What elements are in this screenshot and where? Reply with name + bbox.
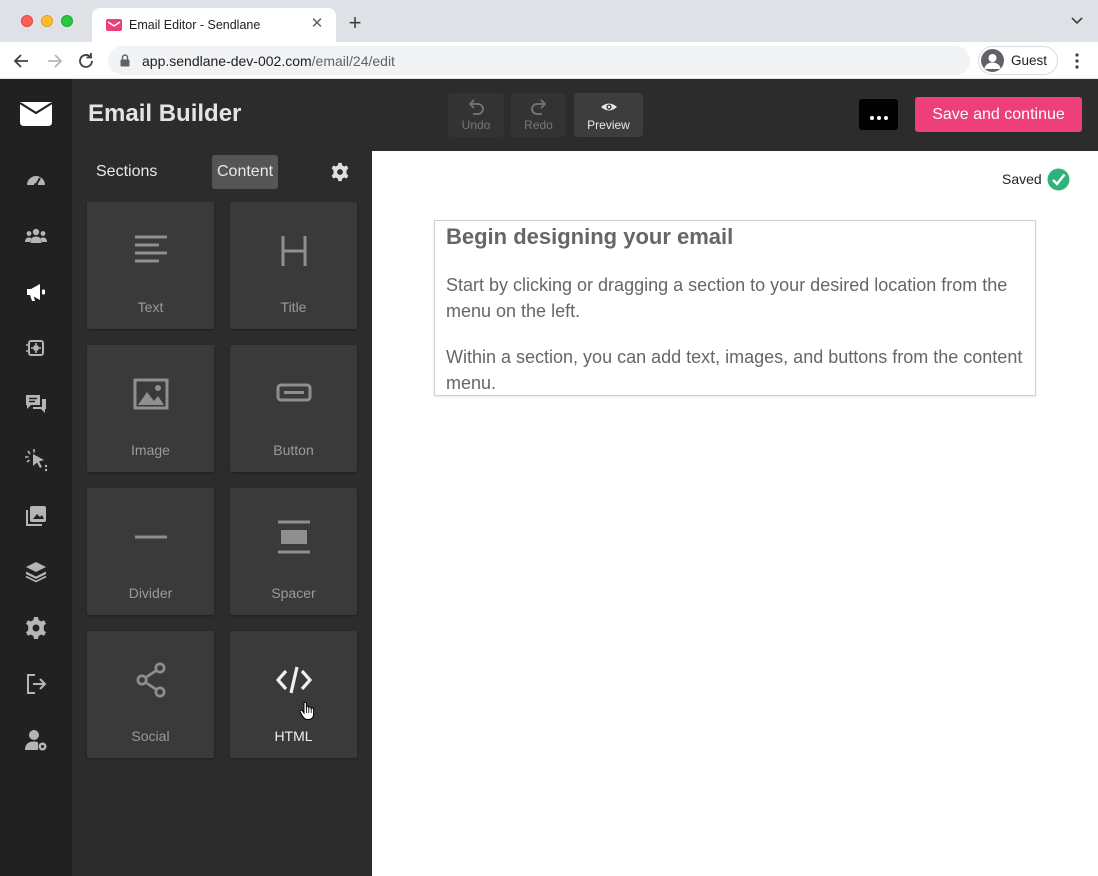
page-title: Email Builder (88, 100, 242, 127)
block-label: HTML (274, 728, 313, 744)
avatar (981, 49, 1004, 72)
profile-name: Guest (1011, 53, 1048, 68)
url-path: /email/24/edit (311, 53, 395, 69)
spacer-icon (277, 520, 310, 554)
content-block-text[interactable]: Text (87, 202, 214, 329)
text-icon (134, 235, 167, 263)
tab-sections[interactable]: Sections (91, 155, 162, 189)
gear-icon[interactable] (330, 162, 350, 182)
placeholder-paragraph: Within a section, you can add text, imag… (446, 347, 1023, 393)
block-label: Image (131, 442, 170, 458)
undo-label: Undo (461, 118, 491, 132)
undo-icon (468, 99, 484, 115)
code-icon (275, 666, 312, 694)
email-canvas[interactable]: Saved Begin designing your email Start b… (372, 151, 1098, 876)
forward-arrow-icon[interactable] (43, 50, 65, 72)
hand-cursor-icon (299, 701, 315, 720)
redo-button[interactable]: Redo (511, 93, 566, 137)
browser-tab[interactable]: Email Editor - Sendlane ✕ (92, 8, 336, 42)
minimize-window-button[interactable] (41, 15, 53, 27)
block-label: Divider (128, 585, 173, 601)
integrations-icon[interactable] (24, 560, 48, 584)
new-tab-button[interactable]: + (344, 12, 366, 34)
left-navigation (0, 79, 72, 876)
more-options-button[interactable] (859, 99, 898, 130)
lock-icon (120, 54, 130, 67)
contacts-icon[interactable] (24, 224, 48, 248)
reload-icon[interactable] (75, 50, 97, 72)
placeholder-heading: Begin designing your email (446, 224, 734, 249)
browser-tab-bar: Email Editor - Sendlane ✕ + (0, 0, 1098, 42)
content-block-spacer[interactable]: Spacer (230, 488, 357, 615)
check-circle-icon (1047, 168, 1070, 191)
url-host: app.sendlane-dev-002.com (142, 53, 312, 69)
save-status: Saved (1002, 171, 1042, 187)
divider-icon (134, 535, 167, 539)
sendlane-logo-icon[interactable] (18, 100, 54, 128)
preview-button[interactable]: Preview (574, 93, 643, 137)
content-block-button[interactable]: Button (230, 345, 357, 472)
dashboard-icon[interactable] (24, 168, 48, 192)
button-icon (276, 383, 311, 402)
preview-label: Preview (587, 118, 630, 132)
content-block-title[interactable]: Title (230, 202, 357, 329)
block-label: Spacer (271, 585, 316, 601)
content-block-social[interactable]: Social (87, 631, 214, 758)
eye-icon (600, 103, 617, 111)
block-label: Social (131, 728, 170, 744)
content-block-image[interactable]: Image (87, 345, 214, 472)
block-label: Button (273, 442, 314, 458)
redo-label: Redo (524, 118, 553, 132)
more-dot (884, 116, 888, 120)
share-icon (136, 662, 165, 698)
content-block-html[interactable]: HTML (230, 631, 357, 758)
profile-button[interactable]: Guest (978, 46, 1058, 75)
media-icon[interactable] (24, 504, 48, 528)
content-block-divider[interactable]: Divider (87, 488, 214, 615)
address-bar: app.sendlane-dev-002.com/email/24/edit G… (0, 42, 1098, 79)
tracking-icon[interactable] (24, 448, 48, 472)
logout-icon[interactable] (24, 672, 48, 696)
maximize-window-button[interactable] (61, 15, 73, 27)
image-icon (133, 378, 168, 410)
settings-icon[interactable] (24, 616, 48, 640)
tab-content[interactable]: Content (212, 155, 278, 189)
back-arrow-icon[interactable] (11, 50, 33, 72)
title-icon (281, 236, 306, 266)
editor-toolbar: Email Builder Undo Redo Preview Save and… (72, 79, 1098, 151)
block-label: Title (280, 299, 307, 315)
email-builder-app: Email Builder Undo Redo Preview Save and… (0, 79, 1098, 876)
placeholder-paragraph: Start by clicking or dragging a section … (446, 275, 1008, 321)
email-placeholder-card[interactable]: Begin designing your email Start by clic… (434, 220, 1036, 396)
browser-menu-icon[interactable] (1068, 50, 1086, 72)
tab-title: Email Editor - Sendlane (129, 18, 261, 32)
undo-button[interactable]: Undo (448, 93, 504, 137)
more-dot (870, 116, 874, 120)
block-label: Text (137, 299, 164, 315)
automations-icon[interactable] (24, 336, 48, 360)
conversations-icon[interactable] (24, 392, 48, 416)
close-window-button[interactable] (21, 15, 33, 27)
save-and-continue-button[interactable]: Save and continue (915, 97, 1082, 132)
campaigns-icon[interactable] (24, 280, 48, 304)
chevron-down-icon[interactable] (1070, 14, 1084, 28)
account-settings-icon[interactable] (24, 728, 48, 752)
close-tab-icon[interactable]: ✕ (308, 15, 326, 33)
url-field[interactable]: app.sendlane-dev-002.com/email/24/edit (108, 46, 970, 75)
redo-icon (530, 99, 546, 115)
more-dot (877, 116, 881, 120)
sendlane-favicon-icon (106, 19, 122, 31)
content-panel: Sections Content Text Title Image Button… (72, 151, 372, 876)
